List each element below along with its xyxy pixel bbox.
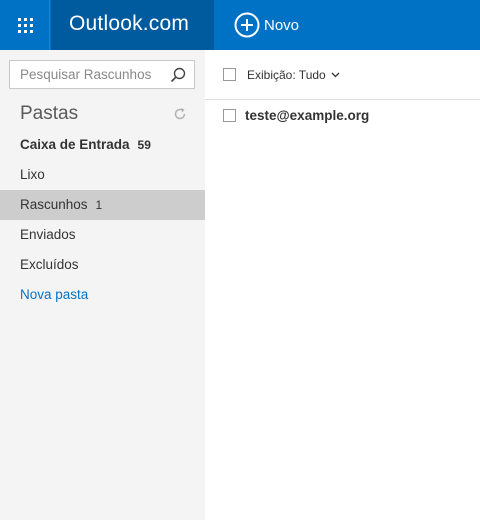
new-folder-label: Nova pasta [20, 287, 89, 302]
folder-label: Rascunhos [20, 197, 88, 212]
view-filter-label: Exibição: Tudo [247, 68, 326, 82]
folder-junk[interactable]: Lixo [0, 160, 205, 190]
folder-sent[interactable]: Enviados [0, 220, 205, 250]
message-row[interactable]: teste@example.org [205, 101, 480, 131]
folder-label: Enviados [20, 227, 76, 242]
folder-label: Excluídos [20, 257, 79, 272]
view-filter-dropdown[interactable]: Exibição: Tudo [247, 68, 340, 82]
folder-list: Caixa de Entrada 59 Lixo Rascunhos 1 Envia… [0, 130, 205, 310]
refresh-icon[interactable] [172, 106, 188, 122]
new-message-button[interactable]: Novo [234, 11, 299, 39]
message-checkbox[interactable] [223, 109, 236, 122]
search-input[interactable] [10, 61, 168, 88]
folders-heading: Pastas [20, 103, 79, 124]
select-all-checkbox[interactable] [223, 68, 236, 81]
search-icon[interactable] [170, 67, 186, 83]
item-count-badge: 1 [95, 198, 103, 212]
app-launcher-grid-icon [18, 18, 33, 33]
folder-label: Caixa de Entrada [20, 137, 130, 152]
new-message-label: Novo [264, 16, 300, 34]
brand-area[interactable]: Outlook.com [51, 0, 214, 50]
folder-sidebar: Pastas Caixa de Entrada 59 Lixo Rascunhos… [0, 50, 205, 520]
plus-circle-icon [234, 12, 260, 38]
message-sender: teste@example.org [245, 108, 370, 123]
chevron-down-icon [331, 72, 340, 78]
folder-drafts[interactable]: Rascunhos 1 [0, 190, 205, 220]
folder-label: Lixo [20, 167, 45, 182]
list-toolbar: Exibição: Tudo [205, 50, 480, 100]
folder-inbox[interactable]: Caixa de Entrada 59 [0, 130, 205, 160]
top-bar: Outlook.com Novo [0, 0, 480, 50]
new-folder-link[interactable]: Nova pasta [0, 280, 205, 310]
brand-logo-text: Outlook.com [69, 12, 190, 35]
message-list-pane: Exibição: Tudo teste@example.org [205, 50, 480, 520]
unread-count-badge: 59 [137, 138, 151, 152]
app-launcher-button[interactable] [0, 0, 50, 50]
folder-deleted[interactable]: Excluídos [0, 250, 205, 280]
search-box [9, 60, 195, 89]
